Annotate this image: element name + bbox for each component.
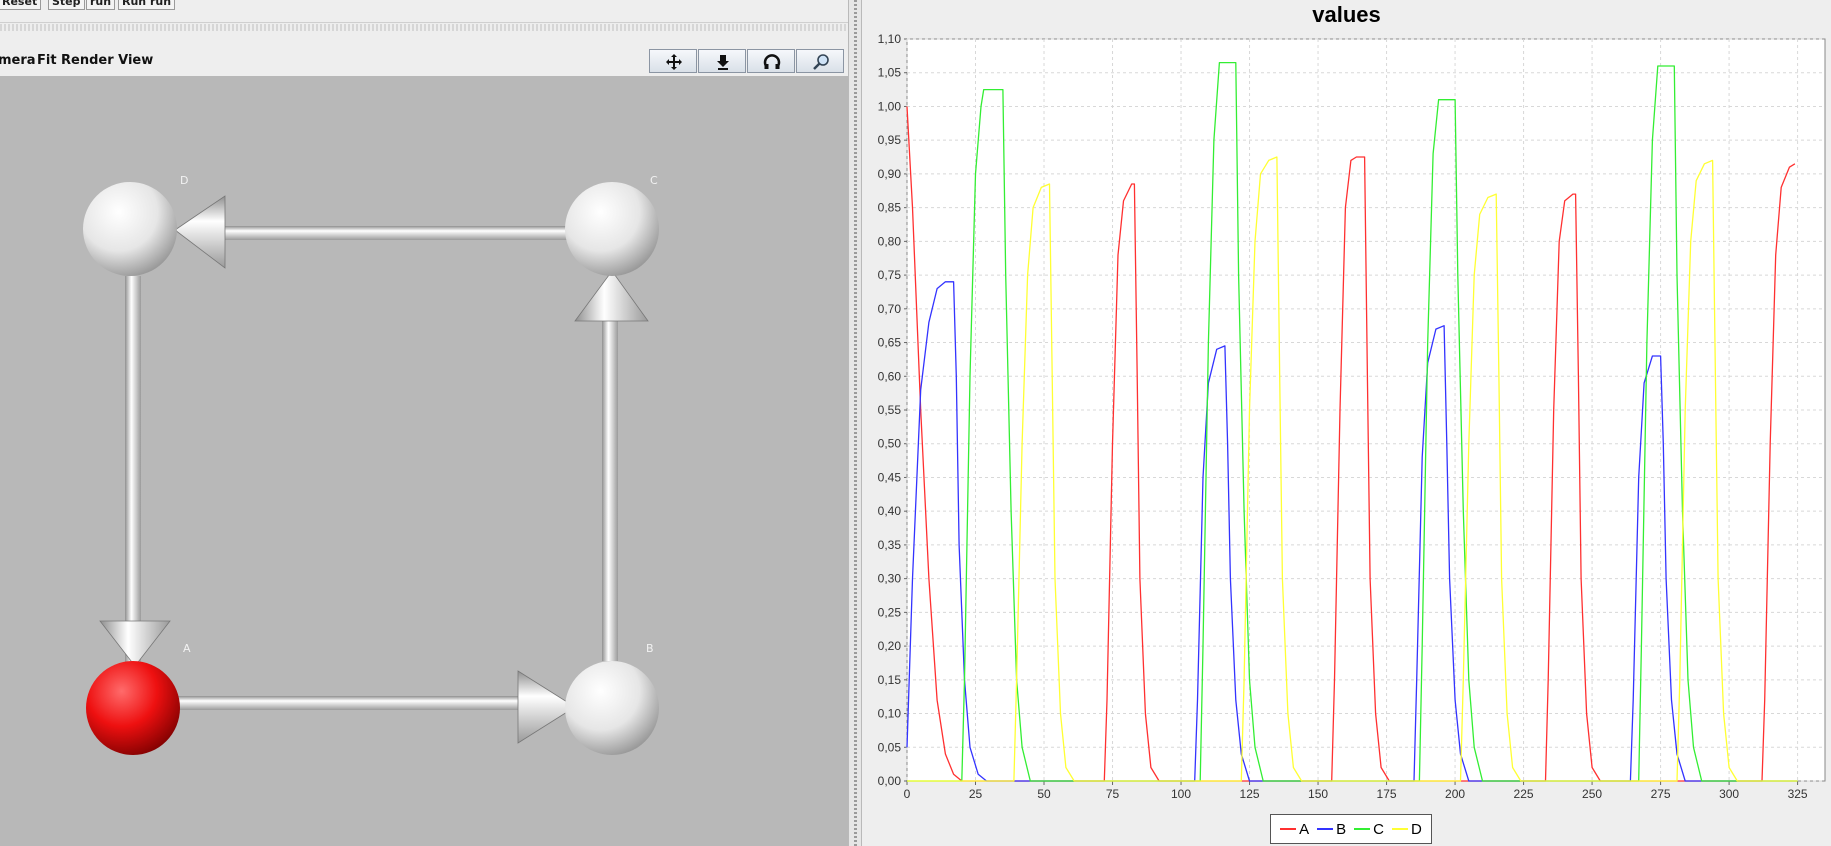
legend-swatch-d	[1392, 828, 1409, 830]
chart-panel: values 0,00 0,05 0,10 0,15 0,20 0,25 0,30 0,35 0…	[862, 0, 1831, 846]
y-tick-label: 0,90	[878, 167, 902, 181]
edge-d-to-a	[99, 276, 171, 691]
node-b[interactable]	[565, 661, 659, 755]
y-tick-label: 0,45	[878, 470, 902, 484]
y-tick-label: 0,70	[878, 302, 902, 316]
y-tick-label: 0,15	[878, 673, 902, 687]
graph-canvas	[83, 182, 659, 755]
node-b-label: B	[646, 642, 654, 655]
y-tick-label: 0,30	[878, 572, 902, 586]
x-tick-label: 200	[1445, 787, 1465, 801]
y-tick-label: 0,40	[878, 504, 902, 518]
legend-item-c: C	[1354, 821, 1384, 838]
x-tick-label: 125	[1240, 787, 1260, 801]
x-tick-label: 225	[1514, 787, 1534, 801]
node-c[interactable]	[565, 182, 659, 276]
menu-fit[interactable]: Fit	[37, 53, 57, 68]
node-d[interactable]	[83, 182, 177, 276]
x-tick-label: 0	[904, 787, 911, 801]
y-tick-label: 0,60	[878, 369, 902, 383]
y-tick-label: 0,65	[878, 336, 902, 350]
edge-c-to-d	[174, 195, 580, 269]
step-button[interactable]: Step	[48, 0, 85, 10]
menu-render-view[interactable]: Render View	[61, 53, 153, 68]
move-icon	[666, 54, 682, 70]
legend-label-d: D	[1411, 820, 1422, 838]
y-tick-label: 0,05	[878, 740, 902, 754]
graph-panel: Reset Step run Run run mera Fit Render V…	[0, 0, 848, 846]
legend-item-b: B	[1317, 821, 1346, 838]
x-tick-label: 275	[1651, 787, 1671, 801]
edge-b-to-c	[574, 270, 649, 661]
rotate-tool-button[interactable]	[747, 49, 795, 73]
y-tick-label: 0,00	[878, 774, 902, 788]
y-tick-label: 0,50	[878, 437, 902, 451]
node-d-label: D	[180, 174, 189, 187]
legend-item-d: D	[1392, 821, 1422, 838]
render-viewport[interactable]: D C A B	[0, 76, 848, 846]
pin-icon	[717, 55, 729, 70]
pin-tool-button[interactable]	[698, 49, 746, 73]
x-tick-label: 175	[1377, 787, 1397, 801]
vertical-splitter[interactable]	[848, 0, 862, 846]
rotate-icon	[763, 54, 781, 69]
reset-button[interactable]: Reset	[0, 0, 42, 10]
legend-label-b: B	[1336, 820, 1347, 838]
legend-item-a: A	[1280, 821, 1309, 838]
y-tick-label: 0,20	[878, 639, 902, 653]
y-tick-label: 0,75	[878, 268, 902, 282]
view-menubar: mera Fit Render View	[0, 44, 848, 76]
menu-camera[interactable]: mera	[0, 53, 36, 68]
move-tool-button[interactable]	[649, 49, 697, 73]
y-tick-label: 0,25	[878, 605, 902, 619]
y-tick-label: 0,55	[878, 403, 902, 417]
x-tick-label: 75	[1106, 787, 1120, 801]
x-tick-label: 100	[1171, 787, 1191, 801]
legend-swatch-b	[1317, 828, 1334, 830]
chart-legend: A B C D	[1270, 814, 1432, 844]
node-c-label: C	[650, 174, 658, 187]
run-button[interactable]: run	[86, 0, 116, 10]
x-tick-label: 25	[969, 787, 983, 801]
y-tick-label: 0,95	[878, 133, 902, 147]
node-a-label: A	[183, 642, 191, 655]
legend-swatch-c	[1354, 828, 1371, 830]
y-tick-label: 1,10	[878, 32, 902, 46]
y-tick-label: 0,85	[878, 201, 902, 215]
y-tick-label: 0,10	[878, 707, 902, 721]
x-tick-label: 325	[1788, 787, 1808, 801]
legend-label-a: A	[1299, 820, 1310, 838]
y-tick-label: 1,00	[878, 99, 902, 113]
splitter-grip[interactable]	[854, 0, 857, 846]
y-tick-label: 0,35	[878, 538, 902, 552]
legend-label-c: C	[1373, 820, 1385, 838]
legend-swatch-a	[1280, 828, 1297, 830]
x-tick-label: 250	[1582, 787, 1602, 801]
run-run-button[interactable]: Run run	[118, 0, 176, 10]
x-tick-label: 150	[1308, 787, 1328, 801]
node-a[interactable]	[86, 661, 180, 755]
y-tick-label: 0,80	[878, 234, 902, 248]
zoom-tool-button[interactable]	[796, 49, 844, 73]
x-tick-label: 50	[1037, 787, 1051, 801]
x-tick-label: 300	[1719, 787, 1739, 801]
line-chart: 0,00 0,05 0,10 0,15 0,20 0,25 0,30 0,35 0,40 0,45…	[878, 32, 1826, 801]
simulation-toolbar: Reset Step run Run run	[0, 0, 848, 23]
zoom-icon	[813, 54, 829, 70]
edge-a-to-b	[175, 670, 576, 744]
horizontal-splitter[interactable]	[0, 24, 848, 31]
y-tick-label: 1,05	[878, 66, 902, 80]
